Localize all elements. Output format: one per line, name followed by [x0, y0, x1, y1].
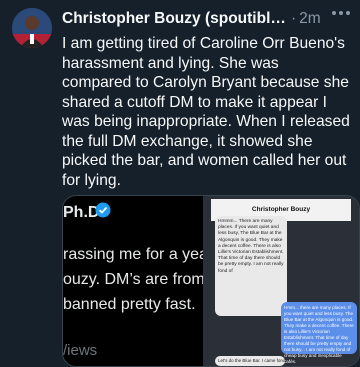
dm-message-sent: Hmm... there are many places. If you wan…: [281, 302, 357, 364]
media-left-views: /iews: [63, 342, 98, 359]
dm-message-received: Hmmm... There are many places. If you wa…: [215, 216, 287, 316]
verified-badge-icon: [95, 202, 111, 218]
media-left-title: Ph.D: [63, 204, 100, 221]
tweet-timestamp[interactable]: 2m: [299, 10, 321, 28]
more-options-icon[interactable]: [332, 11, 350, 15]
tweet-header: Christopher Bouzy (spoutible.... · 2m: [62, 8, 350, 30]
tweet-text: I am getting tired of Caroline Orr Bueno…: [62, 35, 350, 189]
media-image-right[interactable]: Christopher Bouzy Hmmm... There are many…: [203, 196, 359, 366]
dm-message-bottom: Let's do the Blue Bar. I came fond of no…: [215, 356, 285, 366]
media-left-line: ouzy. DM’s are from ra: [63, 271, 224, 288]
media-image-left[interactable]: Ph.D rassing me for a year a ouzy. DM’s …: [63, 196, 227, 366]
author-name[interactable]: Christopher Bouzy (spoutible....: [62, 10, 288, 28]
media-left-line: banned pretty fast.: [63, 296, 196, 313]
tweet-media[interactable]: Ph.D rassing me for a year a ouzy. DM’s …: [62, 195, 360, 367]
header-separator: ·: [291, 10, 297, 27]
author-avatar[interactable]: [12, 8, 52, 48]
